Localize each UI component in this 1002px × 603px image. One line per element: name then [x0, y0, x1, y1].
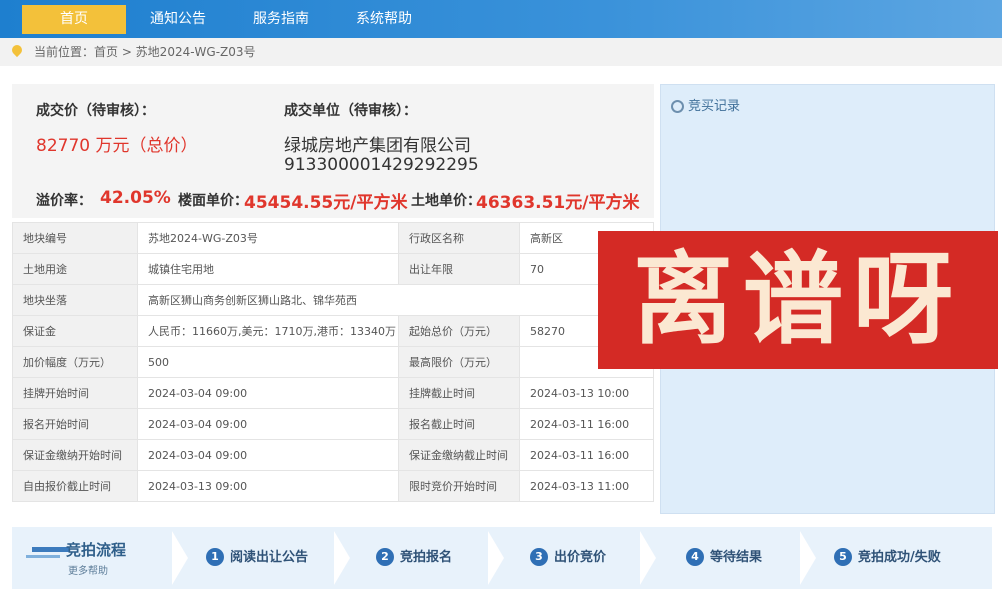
deal-summary: 成交价（待审核）： 82770 万元（总价） 成交单位（待审核）： 绿城房地产集…	[12, 84, 654, 218]
title-bar-decoration	[32, 547, 70, 552]
table-cell-key: 报名开始时间	[12, 408, 138, 440]
table-cell-value: 2024-03-13 10:00	[519, 377, 654, 409]
step-number: 1	[206, 548, 224, 566]
breadcrumb-text[interactable]: 当前位置：首页 > 苏地2024-WG-Z03号	[34, 38, 256, 66]
land-info-table: 地块编号 苏地2024-WG-Z03号 行政区名称 高新区 土地用途 城镇住宅用…	[12, 222, 654, 502]
table-cell-key: 土地用途	[12, 253, 138, 285]
table-row: 土地用途 城镇住宅用地 出让年限 70	[12, 253, 654, 285]
table-row: 保证金 人民币：11660万,美元：1710万,港币：13340万 起始总价（万…	[12, 315, 654, 347]
step-separator	[640, 531, 656, 585]
table-row: 自由报价截止时间 2024-03-13 09:00 限时竞价开始时间 2024-…	[12, 470, 654, 502]
nav-home[interactable]: 首页	[22, 5, 126, 34]
more-help-link[interactable]: 更多帮助	[68, 562, 108, 577]
table-cell-key: 起始总价（万元）	[398, 315, 520, 347]
table-row: 地块坐落 高新区狮山商务创新区狮山路北、锦华苑西	[12, 284, 654, 316]
table-cell-key: 地块坐落	[12, 284, 138, 316]
table-cell-key: 地块编号	[12, 222, 138, 254]
location-pin-icon	[9, 42, 25, 58]
premium-rate-label: 溢价率：	[36, 193, 92, 209]
step-separator	[800, 531, 816, 585]
table-cell-value: 2024-03-13 11:00	[519, 470, 654, 502]
floor-price-label: 楼面单价：	[178, 193, 248, 209]
deal-unit-label: 成交单位（待审核）：	[284, 103, 417, 119]
deal-price-label: 成交价（待审核）：	[36, 103, 155, 119]
table-cell-value: 苏地2024-WG-Z03号	[137, 222, 399, 254]
step-label: 竞拍报名	[400, 550, 453, 565]
process-step-1[interactable]: 1 阅读出让公告	[206, 546, 308, 566]
process-step-3[interactable]: 3 出价竞价	[530, 546, 606, 566]
deal-unit-code: 913300001429292295	[284, 155, 479, 175]
table-cell-key: 出让年限	[398, 253, 520, 285]
land-price-value: 46363.51元/平方米	[476, 193, 640, 213]
table-cell-value: 2024-03-11 16:00	[519, 408, 654, 440]
nav-announcements[interactable]: 通知公告	[140, 5, 216, 34]
table-cell-key: 加价幅度（万元）	[12, 346, 138, 378]
nav-system-help[interactable]: 系统帮助	[346, 5, 422, 34]
bid-record-title: 竞买记录	[688, 99, 741, 114]
table-cell-value: 高新区狮山商务创新区狮山路北、锦华苑西	[137, 284, 654, 316]
process-step-2[interactable]: 2 竞拍报名	[376, 546, 452, 566]
step-label: 等待结果	[710, 550, 763, 565]
table-cell-value: 2024-03-11 16:00	[519, 439, 654, 471]
table-cell-value: 城镇住宅用地	[137, 253, 399, 285]
top-navigation: 首页 通知公告 服务指南 系统帮助	[0, 0, 1002, 38]
process-title: 竞拍流程	[66, 541, 127, 559]
table-cell-value: 2024-03-13 09:00	[137, 470, 399, 502]
step-number: 5	[834, 548, 852, 566]
table-cell-value: 2024-03-04 09:00	[137, 408, 399, 440]
table-row: 挂牌开始时间 2024-03-04 09:00 挂牌截止时间 2024-03-1…	[12, 377, 654, 409]
floor-price-value: 45454.55元/平方米	[244, 193, 408, 213]
table-cell-key: 行政区名称	[398, 222, 520, 254]
table-row: 地块编号 苏地2024-WG-Z03号 行政区名称 高新区	[12, 222, 654, 254]
table-cell-key: 报名截止时间	[398, 408, 520, 440]
table-cell-key: 保证金缴纳开始时间	[12, 439, 138, 471]
table-cell-key: 最高限价（万元）	[398, 346, 520, 378]
step-label: 出价竞价	[554, 550, 607, 565]
table-cell-key: 自由报价截止时间	[12, 470, 138, 502]
table-row: 报名开始时间 2024-03-04 09:00 报名截止时间 2024-03-1…	[12, 408, 654, 440]
table-cell-value: 500	[137, 346, 399, 378]
step-separator	[172, 531, 188, 585]
nav-service-guide[interactable]: 服务指南	[243, 5, 319, 34]
premium-rate-value: 42.05%	[100, 188, 171, 208]
stamp-text: 离谱呀	[633, 241, 963, 358]
table-row: 加价幅度（万元） 500 最高限价（万元）	[12, 346, 654, 378]
table-cell-value: 人民币：11660万,美元：1710万,港币：13340万	[137, 315, 399, 347]
bid-record-header[interactable]: 竞买记录	[671, 95, 740, 114]
title-bar-decoration	[26, 555, 60, 558]
step-label: 竞拍成功/失败	[858, 550, 941, 565]
process-step-5[interactable]: 5 竞拍成功/失败	[834, 546, 941, 566]
table-cell-value: 2024-03-04 09:00	[137, 377, 399, 409]
table-cell-key: 挂牌开始时间	[12, 377, 138, 409]
step-separator	[334, 531, 350, 585]
table-cell-key: 限时竞价开始时间	[398, 470, 520, 502]
record-icon	[671, 100, 684, 113]
step-number: 2	[376, 548, 394, 566]
step-label: 阅读出让公告	[230, 550, 309, 565]
table-cell-key: 挂牌截止时间	[398, 377, 520, 409]
auction-process-bar: 竞拍流程 更多帮助 1 阅读出让公告 2 竞拍报名 3 出价竞价 4 等待结果 5 竞拍成…	[12, 527, 992, 589]
deal-unit-name: 绿城房地产集团有限公司	[284, 136, 471, 156]
process-step-4[interactable]: 4 等待结果	[686, 546, 762, 566]
land-price-label: 土地单价：	[411, 193, 481, 209]
step-number: 4	[686, 548, 704, 566]
deal-price-value: 82770 万元（总价）	[36, 136, 198, 156]
table-cell-key: 保证金	[12, 315, 138, 347]
step-number: 3	[530, 548, 548, 566]
stamp-overlay: 离谱呀	[598, 231, 998, 369]
step-separator	[488, 531, 504, 585]
table-cell-value: 2024-03-04 09:00	[137, 439, 399, 471]
breadcrumb: 当前位置：首页 > 苏地2024-WG-Z03号	[0, 38, 1002, 66]
table-cell-key: 保证金缴纳截止时间	[398, 439, 520, 471]
table-row: 保证金缴纳开始时间 2024-03-04 09:00 保证金缴纳截止时间 202…	[12, 439, 654, 471]
